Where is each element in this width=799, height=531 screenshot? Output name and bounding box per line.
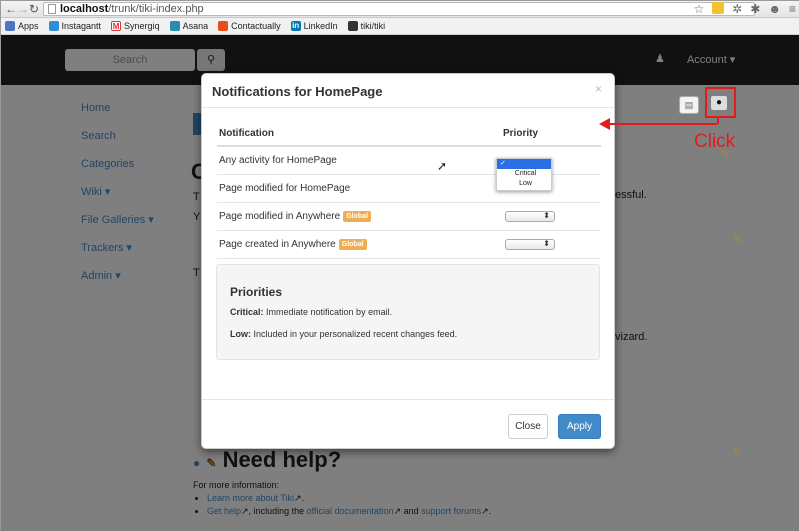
global-badge: Global [343, 210, 371, 222]
table-row: Page created in Anywhere Global ⬍ [217, 231, 601, 259]
settings-icon[interactable]: ✱ [750, 2, 760, 16]
dropdown-option-low[interactable]: Low [497, 179, 551, 189]
close-button[interactable]: Close [508, 414, 548, 439]
table-row: Page modified in Anywhere Global ⬍ [217, 203, 601, 231]
page-icon [48, 4, 56, 14]
priorities-title: Priorities [230, 285, 283, 299]
low-description: Low: Included in your personalized recen… [230, 329, 458, 339]
gmail-icon: M [111, 21, 122, 31]
modal-footer: Close Apply [202, 399, 614, 448]
notifications-modal: Notifications for HomePage × Notificatio… [201, 73, 615, 449]
notification-label: Page modified in Anywhere Global [217, 210, 499, 222]
bookmark-linkedin[interactable]: in LinkedIn [290, 21, 338, 31]
column-notification: Notification [219, 128, 274, 139]
bookmark-synergiq[interactable]: M Synergiq [111, 21, 160, 31]
bookmark-instagantt[interactable]: Instagantt [48, 21, 101, 31]
back-icon[interactable]: ← [5, 2, 17, 17]
apps-grid-icon [5, 21, 15, 31]
notification-label: Page created in Anywhere Global [217, 238, 499, 250]
priority-dropdown-menu: ✓ Critical Low [496, 158, 552, 191]
critical-description: Critical: Immediate notification by emai… [230, 307, 393, 317]
column-priority: Priority [503, 128, 539, 139]
annotation-click-label: Click [694, 131, 736, 152]
reload-icon[interactable]: ↻ [29, 2, 39, 17]
annotation-connector [717, 118, 719, 124]
bookmark-contactually[interactable]: Contactually [218, 21, 281, 31]
dropdown-option-blank[interactable]: ✓ [497, 159, 551, 169]
priority-cell: ⬍ [499, 211, 599, 222]
mouse-cursor-icon: ➚ [437, 159, 448, 173]
priorities-box: Priorities Critical: Immediate notificat… [216, 264, 600, 360]
browser-toolbar: ← → ↻ localhost/trunk/tiki-index.php ☆ ✲… [1, 1, 799, 18]
extension-icons: ☆ ✲ ✱ ☻ ≡ [693, 2, 796, 16]
instagantt-icon [48, 21, 59, 31]
puzzle-icon[interactable]: ✲ [732, 2, 742, 16]
apply-button[interactable]: Apply [558, 414, 601, 439]
url-path: /trunk/tiki-index.php [108, 3, 204, 15]
person-icon[interactable]: ☻ [768, 2, 781, 16]
edit-icon[interactable]: ✎ [733, 447, 741, 458]
notification-label: Page modified for HomePage [219, 183, 351, 194]
priority-select[interactable]: ⬍ [505, 239, 555, 250]
global-badge: Global [338, 238, 367, 250]
annotation-arrow-head [599, 118, 610, 130]
asana-icon [169, 21, 180, 31]
bookmark-apps[interactable]: Apps [5, 21, 39, 31]
dropdown-option-critical[interactable]: Critical [497, 169, 551, 179]
modal-header: Notifications for HomePage × [202, 74, 614, 108]
table-header: Notification Priority [217, 122, 601, 147]
star-icon[interactable]: ☆ [693, 2, 704, 16]
priority-cell: ⬍ [499, 239, 599, 250]
annotation-highlight-box [705, 87, 736, 118]
modal-title: Notifications for HomePage [212, 84, 383, 99]
browser-window: ← → ↻ localhost/trunk/tiki-index.php ☆ ✲… [0, 0, 799, 531]
extension-icon[interactable] [712, 2, 725, 14]
linkedin-icon: in [290, 21, 301, 31]
url-host: localhost [60, 3, 109, 15]
bookmarks-bar: Apps Instagantt M Synergiq Asana Contactu… [1, 18, 799, 35]
edit-icon[interactable]: ✎ [733, 235, 741, 246]
contactually-icon [218, 21, 229, 31]
annotation-arrow [609, 123, 717, 125]
address-bar[interactable]: localhost/trunk/tiki-index.php [43, 2, 755, 16]
bookmark-tiki[interactable]: tiki/tiki [347, 21, 385, 31]
tiki-icon [347, 21, 358, 31]
close-icon[interactable]: × [595, 82, 602, 96]
notification-label: Any activity for HomePage [219, 155, 337, 166]
page-tool-icon[interactable]: ▤ [679, 96, 699, 114]
bookmark-asana[interactable]: Asana [169, 21, 208, 31]
menu-icon[interactable]: ≡ [789, 2, 796, 16]
forward-icon[interactable]: → [17, 2, 29, 17]
priority-select[interactable]: ⬍ [505, 211, 555, 222]
